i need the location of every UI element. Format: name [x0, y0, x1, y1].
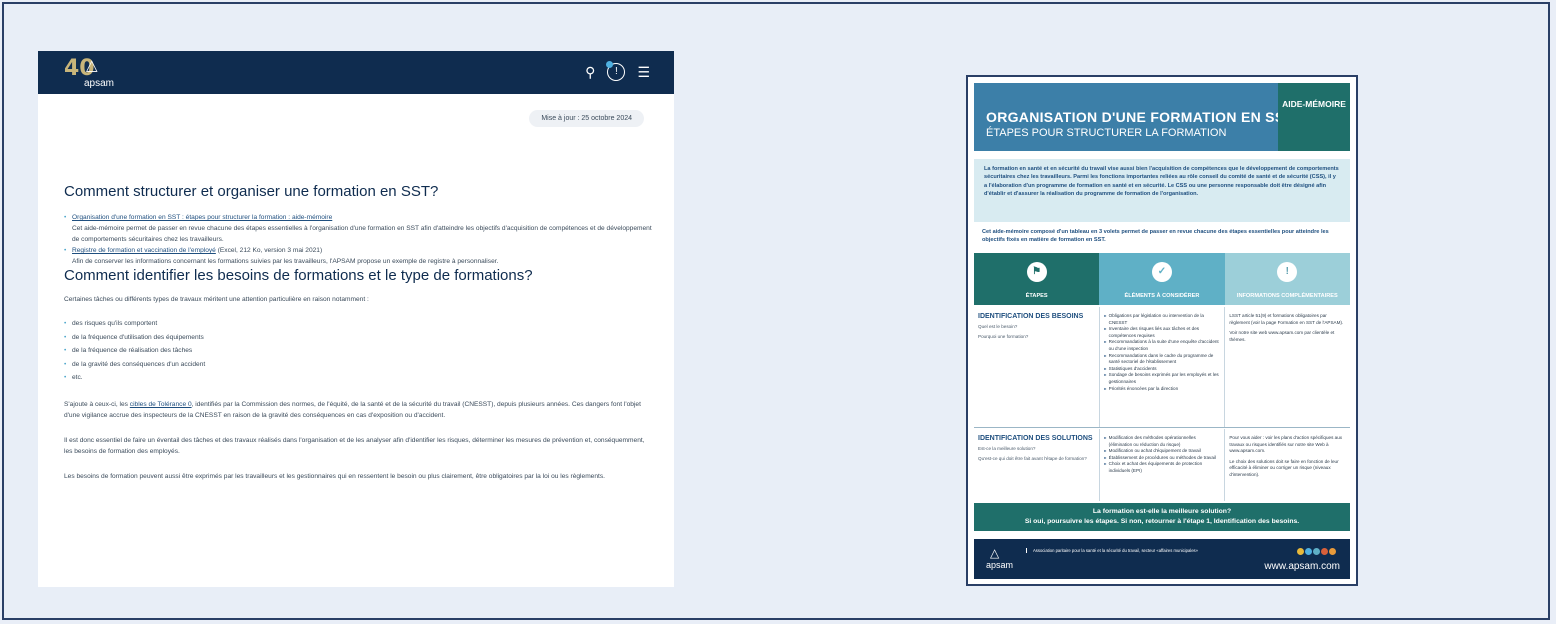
band-question: La formation est-elle la meilleure solut…	[1092, 508, 1232, 515]
doc-footer: △ apsam Association paritaire pour la sa…	[974, 539, 1350, 579]
flag-icon: ⚑	[1026, 262, 1047, 282]
anniversary-dots-icon	[1297, 548, 1336, 555]
info-cell: Pour vous aider : voir les plans d'actio…	[1225, 429, 1350, 501]
list-item: Statistiques d'accidents	[1104, 366, 1221, 373]
step-question: Qu'est-ce qui doit être fait avant l'éta…	[978, 455, 1087, 461]
folder-check-icon: ✓	[1151, 262, 1172, 282]
aide-memoire-document: ORGANISATION D'UNE FORMATION EN SST ÉTAP…	[966, 75, 1358, 586]
paragraph: Les besoins de formation peuvent aussi ê…	[64, 472, 605, 480]
search-icon[interactable]: ⚲	[585, 64, 595, 81]
footer-org: Association paritaire pour la santé et l…	[1026, 548, 1198, 554]
list-item: des risques qu'ils comportent	[64, 317, 654, 331]
list-item: Recommandations à la suite d'une enquête…	[1104, 339, 1221, 352]
table-row: IDENTIFICATION DES BESOINS Quel est le b…	[974, 307, 1350, 428]
list-item: de la fréquence de réalisation des tâche…	[64, 344, 654, 358]
step-question: Pourquoi une formation?	[978, 333, 1029, 339]
dot	[1321, 548, 1328, 555]
step-cell: IDENTIFICATION DES BESOINS Quel est le b…	[974, 307, 1100, 427]
notification-dot	[606, 61, 614, 68]
list-item: Inventaire des risques liés aux tâches e…	[1104, 326, 1221, 339]
list-item: Établissement de procédures ou méthodes …	[1104, 455, 1221, 462]
doc-banner: ORGANISATION D'UNE FORMATION EN SST ÉTAP…	[974, 83, 1350, 151]
tolerance-link[interactable]: cibles de Tolérance 0	[130, 401, 192, 408]
step-cell: IDENTIFICATION DES SOLUTIONS Est-ce la m…	[974, 429, 1100, 501]
band-instruction: Si oui, poursuivre les étapes. Si non, r…	[1024, 518, 1300, 525]
step-question: Est-ce la meilleure solution?	[978, 446, 1036, 451]
info-text: Le choix des solutions doit se faire en …	[1229, 458, 1339, 477]
bullet-list: des risques qu'ils comportent de la fréq…	[64, 317, 654, 385]
col-label: ÉTAPES	[1025, 293, 1048, 299]
step-title: IDENTIFICATION DES SOLUTIONS	[978, 435, 1093, 442]
list-item: Registre de formation et vaccination de …	[64, 245, 654, 267]
list-item: Organisation d'une formation en SST : ét…	[64, 212, 654, 245]
list-item: Choix et achat des équipements de protec…	[1104, 461, 1221, 474]
col-label: INFORMATIONS COMPLÉMENTAIRES	[1236, 293, 1338, 299]
presentation-frame: 40 △ apsam ⚲ ! ☰ Mise à jour : 25 octobr…	[2, 2, 1550, 620]
list-item: Sondage de besoins exprimés par les empl…	[1104, 372, 1221, 385]
para-text: S'ajoute à ceux-ci, les	[64, 400, 128, 408]
list-item: de la gravité des conséquences d'un acci…	[64, 358, 654, 372]
webpage-screenshot: 40 △ apsam ⚲ ! ☰ Mise à jour : 25 octobr…	[38, 51, 674, 587]
elements-cell: Obligations par législation ou intervent…	[1100, 307, 1226, 427]
col-elements: ✓ ÉLÉMENTS À CONSIDÉRER	[1099, 253, 1225, 305]
info-cell: LSST article 51(9) et formations obligat…	[1225, 307, 1350, 427]
elements-cell: Modification des méthodes opérationnelle…	[1100, 429, 1226, 501]
list-item: de la fréquence d'utilisation des équipe…	[64, 331, 654, 345]
footer-logo: △ apsam	[986, 546, 1013, 570]
list-item: Modification ou achat d'équipement de tr…	[1104, 448, 1221, 455]
doc-title: ORGANISATION D'UNE FORMATION EN SST	[986, 109, 1294, 125]
alert-icon[interactable]: !	[606, 61, 626, 81]
paragraph: Certaines tâches ou différents types de …	[64, 296, 369, 303]
doc-subtitle: ÉTAPES POUR STRUCTURER LA FORMATION	[986, 127, 1227, 139]
table-header: ⚑ ÉTAPES ✓ ÉLÉMENTS À CONSIDÉRER ! INFOR…	[974, 253, 1350, 305]
list-item: Obligations par législation ou intervent…	[1104, 313, 1221, 326]
step-title: IDENTIFICATION DES BESOINS	[978, 313, 1084, 320]
step-question: Quel est le besoin?	[978, 324, 1018, 329]
doc-intro-2: Cet aide-mémoire composé d'un tableau en…	[982, 229, 1329, 243]
section-title-structure: Comment structurer et organiser une form…	[64, 183, 439, 200]
paragraph: Il est donc essentiel de faire un éventa…	[64, 436, 645, 455]
site-header: 40 △ apsam ⚲ ! ☰	[38, 51, 674, 94]
col-label: ÉLÉMENTS À CONSIDÉRER	[1124, 293, 1200, 299]
info-text: Pour vous aider : voir les plans d'actio…	[1229, 435, 1343, 454]
doc-intro: La formation en santé et en sécurité du …	[974, 159, 1350, 222]
page-content: Comment structurer et organiser une form…	[64, 183, 654, 482]
list-item: Modification des méthodes opérationnelle…	[1104, 435, 1221, 448]
list-item: Priorités énoncées par la direction	[1104, 386, 1221, 393]
info-text: LSST article 51(9) et formations obligat…	[1229, 313, 1344, 325]
registre-link[interactable]: Registre de formation et vaccination de …	[72, 247, 216, 254]
paragraph: S'ajoute à ceux-ci, les cibles de Toléra…	[64, 399, 654, 421]
header-icons: ⚲ ! ☰	[585, 61, 650, 81]
apsam-logo[interactable]: 40 △ apsam	[64, 56, 124, 90]
dot	[1297, 548, 1304, 555]
list-item: etc.	[64, 371, 654, 385]
update-date-badge: Mise à jour : 25 octobre 2024	[529, 110, 644, 127]
col-infos: ! INFORMATIONS COMPLÉMENTAIRES	[1224, 253, 1350, 305]
footer-logo-word: apsam	[986, 560, 1014, 570]
info-icon: !	[1277, 262, 1298, 282]
section-title-needs: Comment identifier les besoins de format…	[64, 267, 533, 284]
table-row: IDENTIFICATION DES SOLUTIONS Est-ce la m…	[974, 429, 1350, 501]
aide-memoire-tag: AIDE-MÉMOIRE	[1278, 83, 1350, 151]
link-description: Afin de conserver les informations conce…	[72, 258, 499, 265]
list-item: Recommandations dans le cadre du program…	[1104, 353, 1221, 366]
menu-icon[interactable]: ☰	[637, 64, 650, 81]
question-band: La formation est-elle la meilleure solut…	[974, 503, 1350, 531]
logo-triangle-icon: △	[86, 57, 98, 74]
col-etapes: ⚑ ÉTAPES	[974, 253, 1100, 305]
footer-url: www.apsam.com	[1264, 561, 1340, 572]
info-text: Voir notre site web www.apsam.com par cl…	[1229, 330, 1335, 342]
aide-memoire-link[interactable]: Organisation d'une formation en SST : ét…	[72, 214, 332, 221]
logo-word: apsam	[84, 78, 115, 89]
dot	[1305, 548, 1312, 555]
dot	[1329, 548, 1336, 555]
resource-list: Organisation d'une formation en SST : ét…	[64, 212, 654, 267]
dot	[1313, 548, 1320, 555]
logo-triangle-icon: △	[990, 546, 1000, 560]
file-meta: (Excel, 212 Ko, version 3 mai 2021)	[217, 247, 323, 254]
link-description: Cet aide-mémoire permet de passer en rev…	[72, 225, 652, 243]
